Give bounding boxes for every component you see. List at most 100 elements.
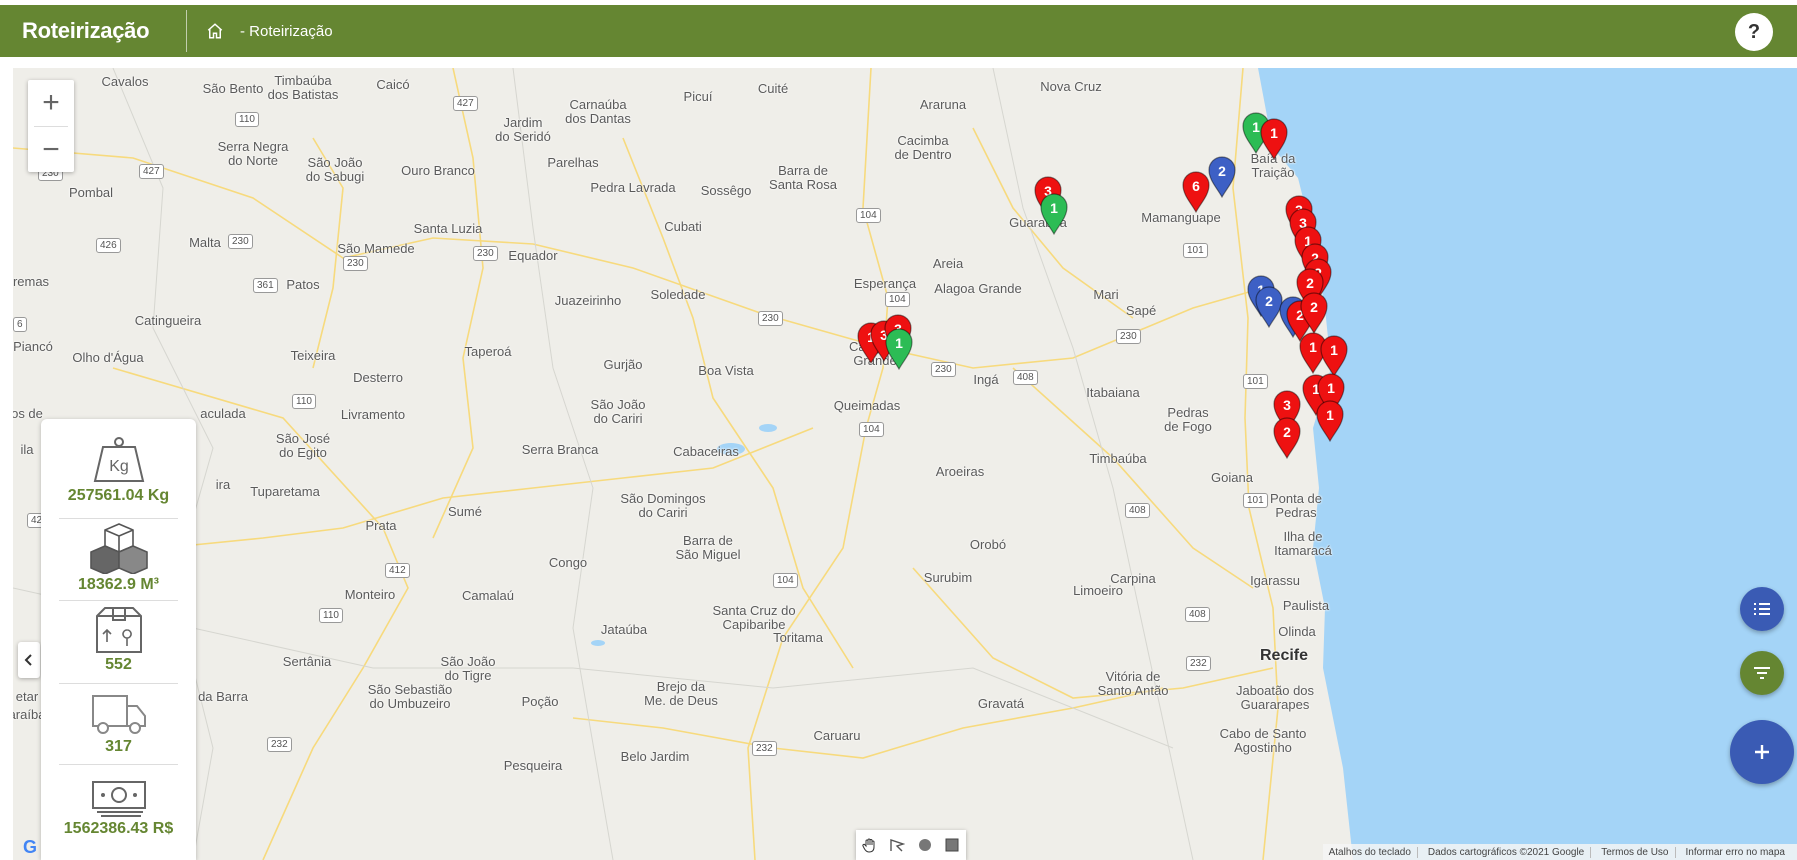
city-label: Boa Vista [698,363,754,378]
map-data-credit: Dados cartográficos ©2021 Google [1428,846,1592,858]
plus-icon [1755,745,1769,759]
city-label: Queimadas [833,398,901,413]
marker-count: 2 [1306,275,1314,291]
city-label: Nova Cruz [1040,79,1102,94]
city-label: Orobó [969,537,1007,552]
map-marker-green[interactable]: 1 [884,328,914,370]
road-shield: 101 [1243,493,1268,508]
city-label: Equador [508,248,558,263]
map-marker-red[interactable]: 1 [1259,118,1289,160]
city-label: São João do Sabugi [305,155,365,184]
city-label: Pedras de Fogo [1164,405,1212,434]
map-marker-blue[interactable]: 2 [1207,156,1237,198]
city-label: Poção [521,694,559,709]
road-shield: 104 [859,422,884,437]
road-shield: 427 [139,164,164,179]
road-shield: 101 [1183,243,1208,258]
total-value: 1562386.43 R$ [63,820,174,837]
city-label: Malta [189,235,221,250]
rectangle-tool-icon[interactable] [942,835,962,855]
route-summary-panel: Kg 257561.04 Kg 18362.9 M³ 552 317 15623… [41,419,196,860]
drawing-toolbar [856,830,966,860]
city-label: Mamanguape [1141,210,1221,225]
road-shield: 408 [1013,370,1038,385]
city-label: Ouro Branco [401,163,475,178]
city-label: Catingueira [134,313,202,328]
route-list-button[interactable] [1740,587,1784,631]
city-label: São Sebastião do Umbuzeiro [367,682,453,711]
polyline-tool-icon[interactable] [887,835,907,855]
city-label: Sapé [1125,303,1157,318]
money-icon [91,781,146,817]
city-label: Teixeira [290,348,336,363]
circle-tool-icon[interactable] [915,835,935,855]
map-marker-red[interactable]: 6 [1181,171,1211,213]
city-label: Serra Branca [521,442,599,457]
city-label: Toritama [773,630,823,645]
city-label: São João do Cariri [590,397,646,426]
city-label: aculada [200,406,246,421]
collapse-panel-button[interactable] [18,642,40,678]
city-label: os de [13,406,43,421]
summary-volume: 18362.9 M³ [41,522,196,594]
summary-value: 1562386.43 R$ [41,772,196,838]
map-attribution: Atalhos do teclado Dados cartográficos ©… [1322,844,1797,860]
zoom-in-button[interactable]: + [28,80,74,126]
road-shield: 412 [385,563,410,578]
city-label: Camalaú [461,588,515,603]
report-error-link[interactable]: Informar erro no mapa [1686,847,1792,858]
city-label: Cabaceiras [673,444,739,459]
map-marker-red[interactable]: 1 [1319,335,1349,377]
city-label: Esperança [853,276,917,291]
total-volume: 18362.9 M³ [78,576,159,593]
marker-count: 2 [1218,163,1226,179]
map-marker-red[interactable]: 1 [1315,400,1345,442]
city-label: Piancó [13,339,53,354]
city-label: Juazeirinho [554,293,622,308]
summary-divider [59,764,178,765]
city-label: Parelhas [547,155,599,170]
city-label: Ponta de Pedras [1269,491,1323,520]
city-label: Areia [932,256,964,271]
road-shield: 427 [453,96,478,111]
route-map[interactable]: Cavalos São Bento Timbaúba dos Batistas Caic… [13,68,1797,860]
road-shield: 361 [253,278,278,293]
city-label: Olinda [1278,624,1316,639]
road-shield: 101 [1243,374,1268,389]
city-label: Jaboatão dos Guararapes [1235,683,1315,712]
hand-tool-icon[interactable] [860,835,880,855]
city-label: Itabaiana [1086,385,1140,400]
city-label: Santa Luzia [413,221,483,236]
city-label: Brejo da Me. de Deus [644,679,718,708]
terms-link[interactable]: Termos de Uso [1601,846,1676,858]
map-marker-red[interactable]: 2 [1272,417,1302,459]
city-label: Ilha de Itamaracá [1274,529,1332,558]
google-logo: G [23,837,38,857]
map-marker-red[interactable]: 2 [1299,292,1329,334]
city-label: Patos [286,277,320,292]
total-weight: 257561.04 Kg [67,487,170,504]
keyboard-shortcuts-link[interactable]: Atalhos do teclado [1329,846,1418,858]
marker-count: 2 [1283,424,1291,440]
road-shield: 104 [773,573,798,588]
city-label: ila [20,442,34,457]
city-label: Caruaru [813,728,861,743]
home-icon[interactable] [204,20,226,42]
add-route-button[interactable] [1730,720,1794,784]
city-label: Pedra Lavrada [590,180,676,195]
help-button[interactable]: ? [1735,13,1773,51]
zoom-out-button[interactable]: − [28,127,74,173]
filter-button[interactable] [1740,651,1784,695]
summary-divider [59,600,178,601]
city-label: Belo Jardim [620,749,690,764]
city-label: Sertânia [282,654,332,669]
zoom-control: + − [28,80,74,172]
summary-weight: Kg 257561.04 Kg [41,435,196,505]
city-label: Pesqueira [503,758,563,773]
city-label: Taperoá [464,344,512,359]
city-label: Cubati [664,219,702,234]
road-shield: 110 [319,608,343,623]
city-label: Cabo de Santo Agostinho [1219,726,1307,755]
map-marker-green[interactable]: 1 [1039,193,1069,235]
city-label: Jataúba [600,622,648,637]
